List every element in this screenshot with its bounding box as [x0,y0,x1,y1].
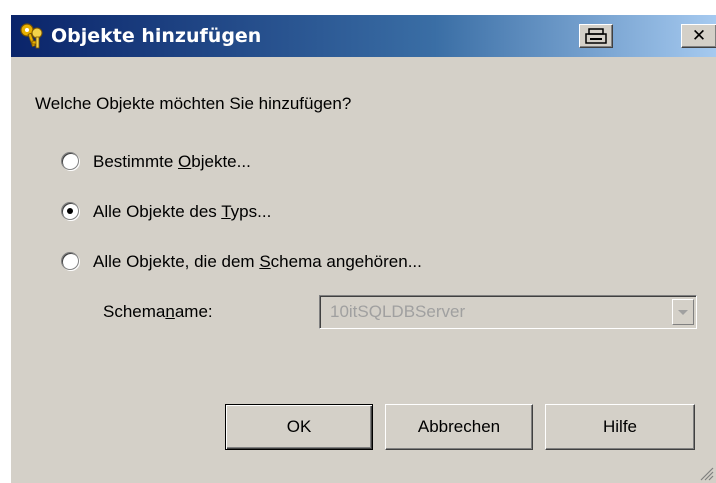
radio-label: Bestimmte Objekte... [93,152,251,171]
keys-icon [20,23,43,49]
radio-button[interactable] [61,202,79,220]
cancel-button[interactable]: Abbrechen [385,404,533,450]
radio-label: Alle Objekte, die dem Schema angehören..… [93,252,422,271]
radio-selected-dot [67,208,73,214]
schema-name-value: 10itSQLDBServer [330,302,466,321]
close-button[interactable]: ✕ [681,24,716,48]
radio-label: Alle Objekte des Typs... [93,202,272,221]
chevron-down-icon [678,310,688,315]
ok-button[interactable]: OK [225,404,373,450]
prompt-label: Welche Objekte möchten Sie hinzufügen? [35,94,352,113]
printer-icon [585,28,607,44]
close-icon: ✕ [691,26,707,46]
resize-grip-icon[interactable] [698,465,714,481]
window-title: Objekte hinzufügen [51,25,262,47]
dropdown-button[interactable] [672,299,694,325]
radio-button[interactable] [61,252,79,270]
help-button[interactable]: Hilfe [545,404,695,450]
schema-name-select[interactable]: 10itSQLDBServer [319,295,697,329]
title-bar[interactable]: Objekte hinzufügen ✕ [11,15,716,57]
add-objects-dialog: Objekte hinzufügen ✕ Welche Objekte möch… [10,14,716,483]
radio-button[interactable] [61,152,79,170]
print-button[interactable] [579,24,613,48]
schema-name-label: Schemaname: [103,302,213,321]
